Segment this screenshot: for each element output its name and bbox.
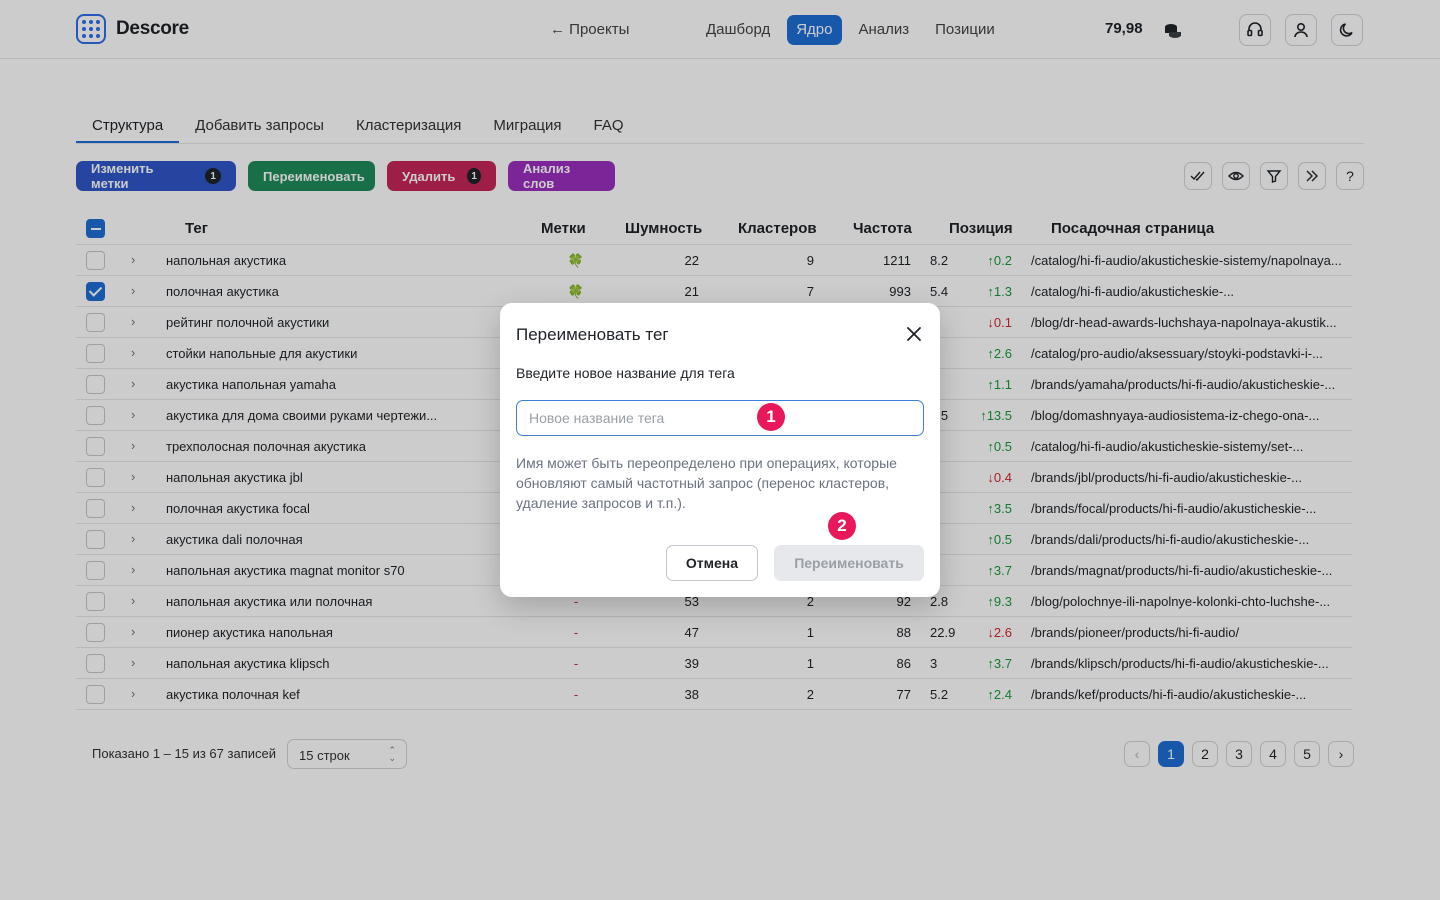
- dialog-help-text: Имя может быть переопределено при операц…: [516, 455, 897, 511]
- cancel-button[interactable]: Отмена: [666, 545, 758, 581]
- annotation-badge-2: 2: [828, 512, 856, 540]
- dialog-title: Переименовать тег: [516, 325, 669, 344]
- annotation-badge-1: 1: [757, 403, 785, 431]
- new-tag-name-input[interactable]: [516, 400, 924, 436]
- close-icon[interactable]: [905, 325, 923, 343]
- new-name-label: Введите новое название для тега: [516, 365, 735, 381]
- rename-tag-dialog: Переименовать тег Введите новое название…: [500, 303, 940, 597]
- confirm-rename-button[interactable]: Переименовать: [774, 545, 924, 581]
